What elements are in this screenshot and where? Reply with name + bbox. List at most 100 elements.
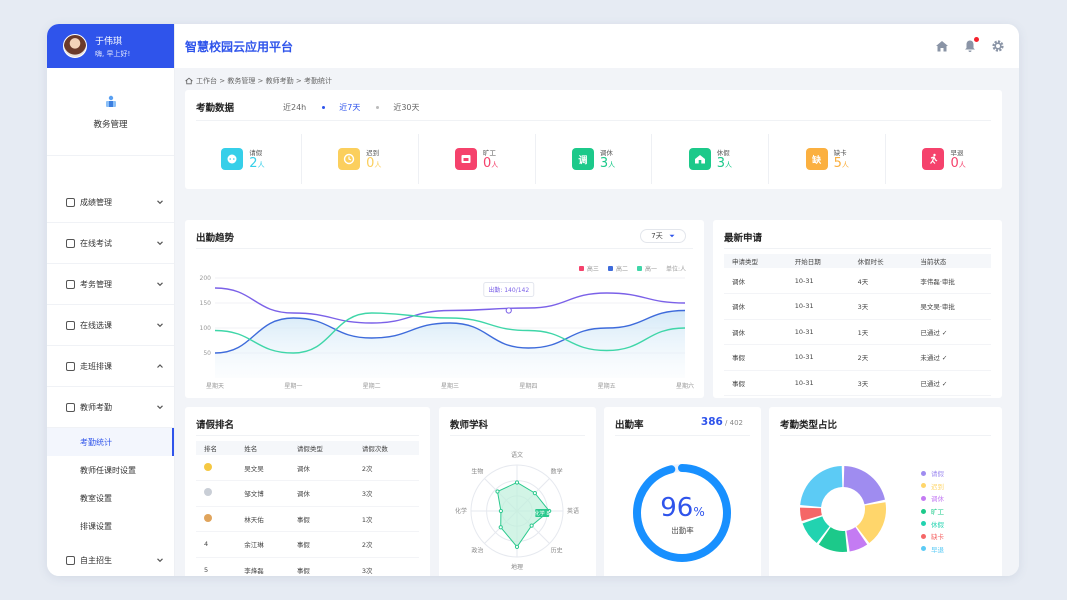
stat-item[interactable]: 缺缺卡 5人 bbox=[769, 134, 887, 184]
legend-swatch bbox=[921, 521, 926, 527]
radar-point[interactable] bbox=[495, 489, 500, 494]
table-cell: 已通过 ✓ bbox=[912, 370, 991, 396]
leave-rank-table: 排名 姓名 请假类型 请假次数 吴文吴 调休 2次 邹文博 调休 3次 林天佑 事假 1次 4 余江琳 事假 2… bbox=[196, 441, 419, 576]
module-switch[interactable]: 教务管理 bbox=[47, 68, 174, 156]
radar-point[interactable] bbox=[514, 544, 520, 549]
table-row[interactable]: 吴文吴 调休 2次 bbox=[196, 455, 419, 481]
table-cell: 事假 bbox=[724, 344, 787, 371]
stat-item[interactable]: 休假 3人 bbox=[652, 134, 770, 184]
legend-item[interactable]: 旷工 bbox=[921, 505, 944, 518]
breadcrumb: 工作台 > 教务管理 > 教师考勤 > 考勤统计 bbox=[185, 76, 332, 86]
table-cell: 调休 bbox=[288, 455, 354, 481]
submenu-item[interactable]: 教师任课时设置 bbox=[47, 456, 174, 484]
sidebar-item[interactable]: 在线考试 bbox=[47, 223, 174, 264]
sidebar-item[interactable]: 自主招生 bbox=[47, 540, 174, 576]
table-row[interactable]: 4 余江琳 事假 2次 bbox=[196, 531, 419, 558]
table-cell: 1次 bbox=[353, 506, 419, 532]
legend-item[interactable]: 请假 bbox=[921, 467, 944, 480]
legend-item[interactable]: 早退 bbox=[921, 543, 944, 556]
divider bbox=[724, 248, 991, 249]
table-row[interactable]: 邹文博 调休 3次 bbox=[196, 480, 419, 507]
submenu-item[interactable]: 教室设置 bbox=[47, 484, 174, 512]
legend-swatch bbox=[921, 470, 926, 476]
radar-point[interactable] bbox=[532, 491, 537, 496]
stat-item[interactable]: 早退 0人 bbox=[886, 134, 1002, 184]
leave-rank-title: 请假排名 bbox=[196, 420, 235, 431]
tab-30d[interactable]: 近30天 bbox=[393, 102, 419, 113]
radar-axis-label: 数学 bbox=[551, 467, 563, 475]
submenu-item[interactable]: 考勤统计 bbox=[47, 428, 174, 456]
notification-button[interactable] bbox=[963, 37, 979, 53]
x-tick-label: 星期二 bbox=[363, 382, 381, 390]
table-row[interactable]: 调休 10-31 3天 吴文吴·审批 bbox=[724, 293, 991, 320]
chevron-down-icon bbox=[157, 282, 163, 287]
pie-slice[interactable] bbox=[800, 466, 843, 507]
table-cell bbox=[196, 455, 237, 481]
sidebar-item[interactable]: 考务管理 bbox=[47, 264, 174, 305]
stat-value: 5 bbox=[833, 156, 842, 171]
legend-item[interactable]: 休假 bbox=[921, 517, 944, 530]
table-cell: 吴文吴·审批 bbox=[912, 293, 991, 320]
user-name: 于伟琪 bbox=[95, 36, 123, 47]
sidebar-item[interactable]: 成绩管理 bbox=[47, 182, 174, 223]
module-icon bbox=[105, 95, 116, 107]
table-cell: 3天 bbox=[849, 293, 913, 320]
subjects-radar-chart[interactable]: 语文数学英语历史地理 政治 化学 生物化学 8 bbox=[439, 407, 596, 576]
latest-table: 申请类型 开始日期 休假时长 当前状态 调休 10-31 4天 李伟磊·审批 调休 10-31 3天… bbox=[724, 254, 991, 396]
radar-point[interactable] bbox=[529, 523, 534, 528]
table-row[interactable]: 事假 10-31 3天 已通过 ✓ bbox=[724, 370, 991, 396]
sidebar-item[interactable]: 教师考勤 bbox=[47, 387, 174, 428]
tab-7d[interactable]: 近7天 bbox=[339, 102, 360, 113]
radar-point[interactable] bbox=[514, 480, 520, 485]
x-tick-label: 星期四 bbox=[519, 382, 537, 390]
chevron-down-icon bbox=[157, 241, 163, 246]
stat-item[interactable]: 旷工 0人 bbox=[419, 134, 536, 184]
sidebar-item-label: 在线选课 bbox=[80, 320, 112, 330]
legend-item[interactable]: 缺卡 bbox=[921, 530, 944, 543]
table-row[interactable]: 事假 10-31 2天 未通过 ✓ bbox=[724, 344, 991, 371]
sidebar-item[interactable]: 在线选课 bbox=[47, 305, 174, 346]
attendance-card: 考勤数据 近24h 近7天 近30天 请假 2人 迟到 0人 旷工 0人调调休 3人 休假 3人… bbox=[185, 90, 1002, 189]
gear-icon[interactable] bbox=[991, 39, 1005, 53]
table-row[interactable]: 调休 10-31 4天 李伟磊·审批 bbox=[724, 268, 991, 294]
pie-slice[interactable] bbox=[843, 466, 885, 505]
user-header[interactable]: 于伟琪 嗨, 早上好! bbox=[47, 24, 174, 68]
radar-axis-label: 生物 bbox=[471, 467, 483, 475]
table-cell: 事假 bbox=[724, 370, 787, 396]
home-icon[interactable] bbox=[185, 77, 193, 85]
user-greeting: 嗨, 早上好! bbox=[95, 49, 131, 58]
legend-swatch bbox=[921, 533, 926, 539]
sidebar-item-label: 成绩管理 bbox=[80, 197, 112, 207]
table-row[interactable]: 5 李烽磊 事假 3次 bbox=[196, 557, 419, 576]
column-header: 排名 bbox=[196, 441, 237, 455]
medal-icon bbox=[204, 513, 212, 522]
tab-24h[interactable]: 近24h bbox=[283, 102, 306, 113]
home-icon[interactable] bbox=[935, 39, 949, 53]
radar-point[interactable] bbox=[498, 508, 504, 514]
area-fill bbox=[215, 310, 685, 378]
highlight-point[interactable] bbox=[505, 307, 512, 314]
types-card: 考勤类型占比 请假 迟到 调休 旷工 休假 缺卡 早退 bbox=[769, 407, 1002, 576]
avatar[interactable] bbox=[63, 34, 87, 58]
breadcrumb-text: 工作台 > 教务管理 > 教师考勤 > 考勤统计 bbox=[196, 77, 332, 85]
notification-badge bbox=[974, 37, 979, 42]
stat-item[interactable]: 请假 2人 bbox=[185, 134, 302, 184]
table-row[interactable]: 调休 10-31 1天 已通过 ✓ bbox=[724, 319, 991, 345]
stat-unit: 人 bbox=[257, 161, 265, 169]
stat-unit: 人 bbox=[841, 161, 849, 169]
legend-item[interactable]: 迟到 bbox=[921, 480, 944, 493]
main-content: 工作台 > 教务管理 > 教师考勤 > 考勤统计 考勤数据 近24h 近7天 近… bbox=[175, 68, 1019, 576]
submenu-item[interactable]: 排课设置 bbox=[47, 512, 174, 540]
radar-axis-label: 英语 bbox=[567, 507, 579, 515]
table-row[interactable]: 林天佑 事假 1次 bbox=[196, 506, 419, 532]
trend-chart[interactable]: 50 100 150 200 星期天 星期一 星期二 星期三 星期四 星期五 星期六 出勤: 140/… bbox=[185, 220, 704, 398]
tab-dot bbox=[376, 106, 380, 109]
types-donut-chart[interactable] bbox=[769, 407, 1002, 576]
sidebar-item[interactable]: 走班排课 bbox=[47, 346, 174, 387]
stat-item[interactable]: 迟到 0人 bbox=[302, 134, 419, 184]
table-cell: 调休 bbox=[724, 268, 787, 294]
stat-item[interactable]: 调调休 3人 bbox=[536, 134, 653, 184]
legend-item[interactable]: 调休 bbox=[921, 492, 944, 505]
app-window: 于伟琪 嗨, 早上好! 教务管理 成绩管理在线考试 考务管理在线选课走班排课 教师考… bbox=[47, 24, 1019, 576]
radar-point[interactable] bbox=[498, 525, 503, 530]
